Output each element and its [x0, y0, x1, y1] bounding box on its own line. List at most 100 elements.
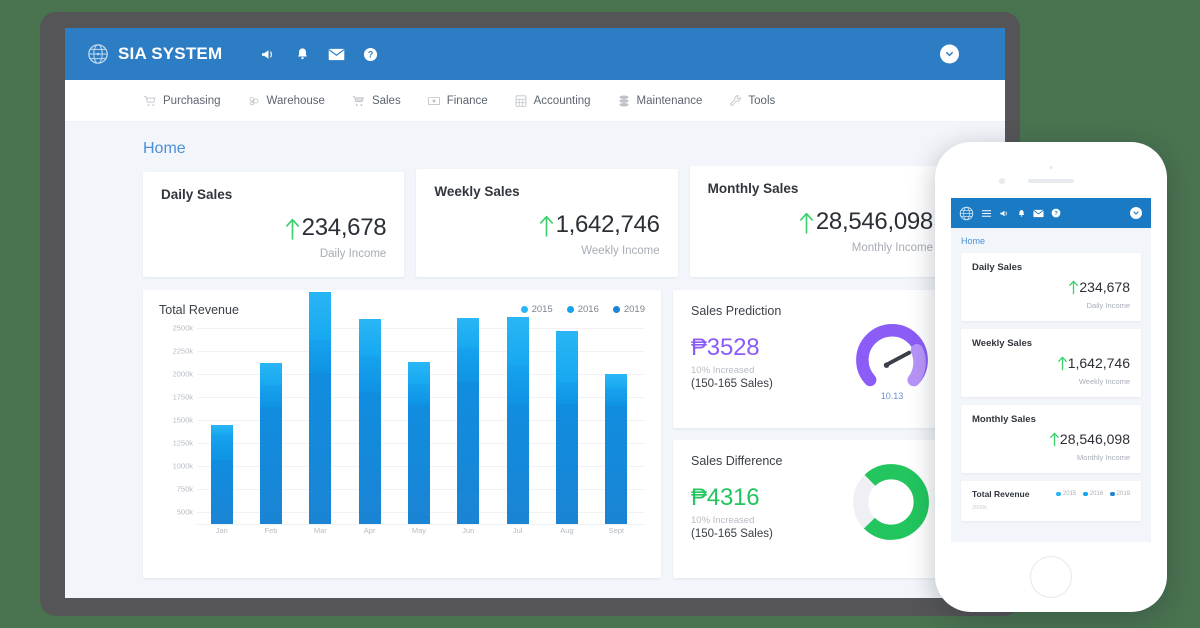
brand[interactable]: SIA SYSTEM	[87, 43, 222, 65]
phone-stat-body: 234,678 Daily Income	[972, 279, 1130, 310]
phone-user-dropdown-button[interactable]	[1130, 207, 1142, 219]
chart-bar-segment	[210, 459, 233, 524]
chart-header: Total Revenue 2015 2016 2019	[159, 303, 645, 317]
chart-bar-segment	[210, 424, 233, 436]
phone-stat-card-monthly-sales[interactable]: Monthly Sales 28,546,098 Monthly Income	[961, 405, 1141, 473]
chart-bar[interactable]	[210, 424, 233, 524]
legend-label: 2019	[623, 304, 645, 315]
database-icon	[618, 94, 629, 107]
chart-y-tick: 1000k	[172, 461, 193, 471]
main-navigation: Purchasing Warehouse Sales Finance Accou…	[65, 80, 1005, 122]
phone-viewport: ? Home Daily Sales 234,678 Daily Income …	[951, 198, 1151, 542]
chart-x-tick: Aug	[560, 525, 574, 535]
chart-bar-segment	[259, 385, 282, 408]
trend-up-arrow-icon	[539, 215, 553, 237]
nav-item-warehouse[interactable]: Warehouse	[247, 94, 325, 108]
gauge-value: 10.13	[880, 390, 904, 401]
chart-x-tick: Sept	[608, 525, 624, 535]
chart-x-tick: Jun	[462, 525, 475, 535]
stat-subtitle: Daily Income	[319, 247, 387, 260]
megaphone-icon[interactable]	[260, 46, 277, 63]
gauge-arc-icon	[856, 323, 928, 386]
stat-card-monthly-sales[interactable]: Monthly Sales 28,546,098 Monthly Income	[689, 166, 951, 277]
legend-swatch	[612, 306, 620, 313]
phone-sensor	[1049, 166, 1053, 169]
nav-item-accounting[interactable]: Accounting	[514, 94, 591, 108]
help-icon[interactable]: ?	[1051, 208, 1061, 218]
phone-speaker	[1028, 179, 1074, 183]
chart-x-tick: May	[411, 525, 427, 535]
chart-bar[interactable]	[555, 330, 578, 524]
envelope-icon[interactable]	[1033, 209, 1044, 218]
stat-value-wrap: 1,642,746	[538, 211, 660, 239]
chart-bar-segment	[259, 363, 282, 386]
help-icon[interactable]: ?	[363, 47, 378, 62]
chart-bar[interactable]	[457, 317, 480, 524]
lower-card-row: Total Revenue 2015 2016 2019 2500k 2250k…	[143, 289, 951, 578]
chart-bar[interactable]	[506, 316, 529, 524]
chart-bar-segment	[605, 388, 628, 407]
phone-stat-value-wrap: 234,678	[1068, 279, 1130, 295]
phone-total-revenue-card: Total Revenue 2015 2016 2019 2500k	[961, 481, 1141, 521]
chart-bar[interactable]	[309, 292, 332, 524]
trend-up-arrow-icon	[1050, 432, 1059, 447]
legend-swatch	[1110, 491, 1115, 497]
phone-app-header: ?	[951, 198, 1151, 228]
phone-stat-title: Weekly Sales	[972, 338, 1033, 349]
phone-chart-title: Total Revenue	[972, 489, 1030, 499]
nav-item-finance[interactable]: Finance	[427, 94, 488, 108]
svg-text:?: ?	[368, 49, 373, 59]
phone-legend-item-2015[interactable]: 2015	[1056, 491, 1076, 497]
chart-bar-segment	[210, 435, 233, 460]
chart-y-tick: 1500k	[172, 415, 193, 425]
chart-y-tick: 750k	[176, 484, 193, 494]
bell-icon[interactable]	[1017, 208, 1026, 219]
chart-bar[interactable]	[605, 374, 628, 524]
phone-legend-item-2016[interactable]: 2016	[1083, 491, 1103, 497]
total-revenue-card: Total Revenue 2015 2016 2019 2500k 2250k…	[143, 289, 661, 578]
legend-item-2019[interactable]: 2019	[612, 304, 645, 315]
brand-name: SIA SYSTEM	[118, 44, 223, 63]
legend-swatch	[520, 306, 528, 313]
phone-mockup: ? Home Daily Sales 234,678 Daily Income …	[935, 142, 1167, 612]
legend-item-2015[interactable]: 2015	[520, 304, 553, 315]
phone-stat-body: 1,642,746 Weekly Income	[972, 355, 1130, 386]
sales-prediction-card[interactable]: Sales Prediction ₱3528 10% Increased (15…	[673, 289, 951, 428]
breadcrumb[interactable]: Home	[143, 140, 951, 158]
chart-bar-segment	[506, 364, 529, 404]
chart-bar-segment	[407, 384, 430, 405]
legend-item-2016[interactable]: 2016	[566, 304, 599, 315]
nav-item-tools[interactable]: Tools	[728, 94, 775, 108]
dashboard-content: Home Daily Sales 234,678 Daily Income We…	[65, 122, 1005, 578]
chart-bar-segment	[358, 318, 381, 356]
chart-bar-segment	[259, 407, 282, 524]
donut-chart	[851, 462, 931, 547]
megaphone-icon[interactable]	[999, 208, 1010, 219]
nav-item-purchasing[interactable]: Purchasing	[143, 94, 221, 108]
shopping-cart-icon	[352, 95, 364, 106]
chart-bar[interactable]	[407, 362, 430, 524]
phone-breadcrumb[interactable]: Home	[961, 236, 1141, 246]
nav-item-maintenance[interactable]: Maintenance	[617, 94, 702, 108]
chart-bar[interactable]	[259, 363, 282, 524]
stat-card-daily-sales[interactable]: Daily Sales 234,678 Daily Income	[143, 172, 405, 277]
phone-home-button[interactable]	[1030, 556, 1072, 598]
hamburger-icon[interactable]	[981, 208, 992, 219]
phone-stat-card-weekly-sales[interactable]: Weekly Sales 1,642,746 Weekly Income	[961, 329, 1141, 397]
trend-up-arrow-icon	[285, 218, 299, 240]
phone-stat-card-daily-sales[interactable]: Daily Sales 234,678 Daily Income	[961, 253, 1141, 321]
chart-bar[interactable]	[358, 318, 381, 524]
gauge-chart: 10.13	[853, 316, 931, 401]
stat-subtitle: Monthly Income	[851, 241, 933, 254]
user-dropdown-button[interactable]	[940, 44, 959, 64]
trend-up-arrow-icon	[799, 212, 813, 234]
bell-icon[interactable]	[295, 46, 310, 62]
stat-title: Monthly Sales	[707, 181, 799, 196]
stat-card-weekly-sales[interactable]: Weekly Sales 1,642,746 Weekly Income	[416, 169, 678, 277]
sales-difference-card[interactable]: Sales Difference ₱4316 10% Increased (15…	[673, 439, 951, 578]
phone-legend-item-2019[interactable]: 2019	[1110, 491, 1130, 497]
chevron-down-icon	[946, 51, 953, 57]
envelope-icon[interactable]	[328, 48, 345, 61]
nav-item-sales[interactable]: Sales	[351, 94, 401, 108]
globe-icon[interactable]	[959, 206, 974, 221]
